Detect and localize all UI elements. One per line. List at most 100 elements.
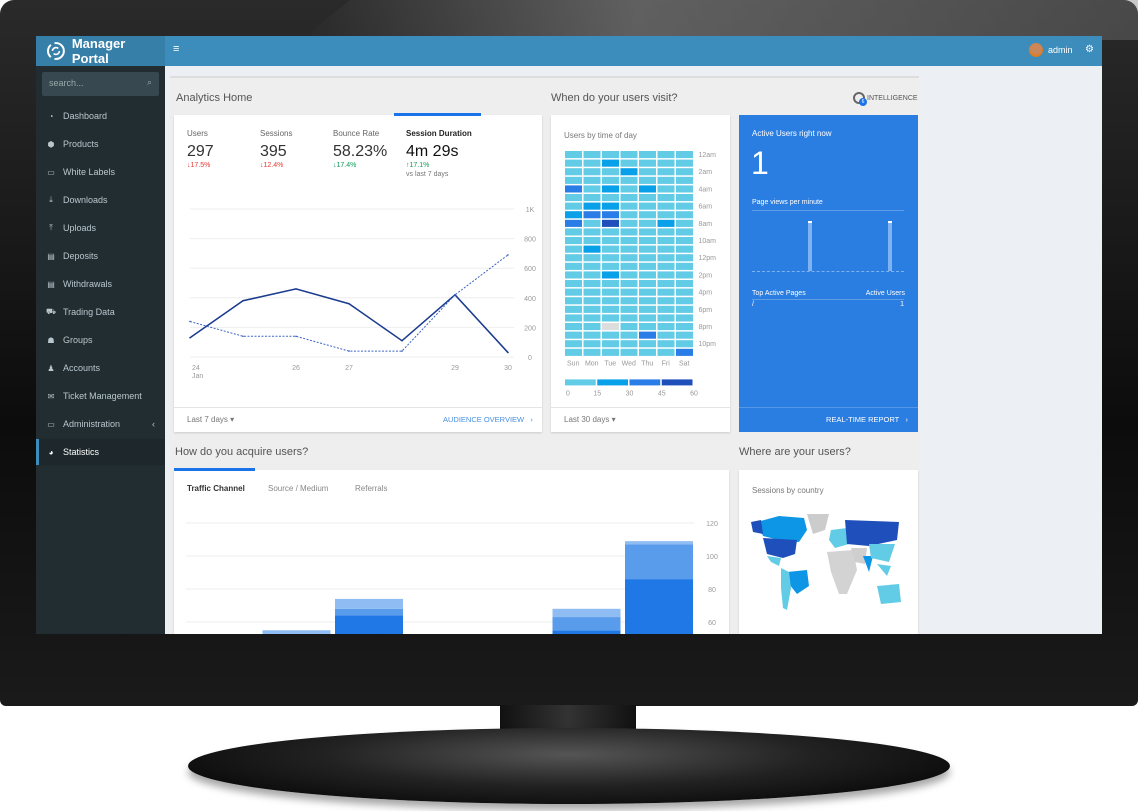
heatmap-cell (565, 151, 582, 159)
realtime-report-link[interactable]: REAL-TIME REPORT › (826, 415, 908, 424)
heatmap-cell (620, 323, 638, 331)
folder-icon: ▭ (47, 167, 55, 177)
heatmap-cell (565, 331, 582, 339)
cogs-icon[interactable]: ⚙ (1085, 44, 1094, 55)
heatmap-cell (602, 228, 619, 236)
sidebar-item-downloads[interactable]: ⤓ Downloads (36, 187, 165, 213)
data-point (401, 339, 403, 342)
legend-label: 30 (626, 390, 634, 397)
heatmap-cell (639, 194, 656, 202)
avatar[interactable] (1029, 43, 1043, 57)
heatmap-cell (639, 340, 656, 348)
section-title: Where are your users? (739, 446, 851, 458)
heatmap-cell (676, 185, 693, 193)
sidebar-item-trading-data[interactable]: ⛟ Trading Data (36, 299, 165, 325)
metric-bounce-rate[interactable]: Bounce Rate 58.23% ↓17.4% (333, 129, 387, 169)
y-tick-label: 100 (706, 554, 718, 561)
sidebar-item-label: White Labels (63, 167, 116, 177)
heatmap-cell (620, 219, 638, 227)
heatmap-cell (602, 151, 619, 159)
row-label: 4am (699, 186, 713, 193)
search-icon[interactable]: ⌕ (147, 77, 152, 88)
pageview-bar (808, 221, 812, 271)
row-label: 10pm (699, 341, 717, 348)
heatmap-cell (657, 168, 675, 176)
heatmap-cell (583, 314, 601, 322)
heatmap-cell (620, 151, 638, 159)
intelligence-button[interactable]: 6 INTELLIGENCE (853, 92, 918, 106)
column-label: Sat (679, 360, 690, 367)
legend-label: 0 (566, 390, 570, 397)
user-name[interactable]: admin (1048, 45, 1073, 55)
sidebar-item-ticket-management[interactable]: ✉ Ticket Management (36, 383, 165, 409)
metric-users[interactable]: Users 297 ↓17.5% (187, 129, 214, 169)
active-user-count: 1 (751, 145, 769, 181)
search-input[interactable]: search... ⌕ (42, 72, 159, 96)
heatmap-cell (565, 323, 582, 331)
data-point (242, 335, 244, 338)
selected-metric-indicator (394, 113, 481, 116)
x-tick-label: Jan (192, 373, 203, 380)
top-navbar: ≡ admin ⚙ (165, 36, 1102, 66)
data-point (507, 254, 509, 256)
hamburger-icon[interactable]: ≡ (173, 43, 179, 55)
sidebar-item-groups[interactable]: ☗ Groups (36, 327, 165, 353)
sidebar-item-deposits[interactable]: ▤ Deposits (36, 243, 165, 269)
y-tick-label: 400 (524, 296, 536, 303)
heatmap-cell (676, 288, 693, 296)
sidebar-item-uploads[interactable]: ⤒ Uploads (36, 215, 165, 241)
heatmap-cell (583, 151, 601, 159)
heatmap-cell (657, 262, 675, 270)
active-page-link[interactable]: / (752, 301, 754, 308)
realtime-card: Active Users right now 1 Page views per … (739, 115, 918, 432)
sidebar-item-label: Withdrawals (63, 279, 113, 289)
heatmap-cell (639, 202, 656, 210)
heatmap-cell (583, 211, 601, 219)
date-range-dropdown[interactable]: Last 7 days ▾ (187, 415, 234, 424)
heatmap-cell (676, 340, 693, 348)
tab-traffic-channel[interactable]: Traffic Channel (187, 484, 245, 493)
x-tick-label: 26 (292, 365, 300, 372)
heatmap-cell (565, 314, 582, 322)
heatmap-cell (620, 331, 638, 339)
x-tick-label: 29 (451, 365, 459, 372)
metric-value: 297 (187, 143, 214, 160)
heatmap-cell (639, 262, 656, 270)
sidebar-item-administration[interactable]: ▭ Administration ‹ (36, 411, 165, 437)
heatmap-cell (602, 254, 619, 262)
heatmap-cell (565, 288, 582, 296)
heatmap-chart: 12am 2am 4am 6am 8am 10am 12pm 2pm 4pm 6pm 8pm 10pm… (565, 151, 717, 397)
audience-overview-link[interactable]: AUDIENCE OVERVIEW › (443, 415, 533, 424)
heatmap-cell (620, 185, 638, 193)
sidebar-item-withdrawals[interactable]: ▤ Withdrawals (36, 271, 165, 297)
metric-change: ↓12.4% (260, 162, 284, 169)
heatmap-cell (583, 245, 601, 253)
date-range-dropdown[interactable]: Last 30 days ▾ (564, 415, 616, 424)
logo[interactable]: Manager Portal (36, 36, 165, 66)
metric-session-duration[interactable]: Session Duration 4m 29s ↑17.1% vs last 7 … (406, 129, 472, 178)
heatmap-cell (639, 331, 656, 339)
heatmap-cell (657, 151, 675, 159)
row-label: 12am (699, 152, 717, 159)
sidebar-item-white-labels[interactable]: ▭ White Labels (36, 159, 165, 185)
column-label: Sun (567, 360, 580, 367)
sidebar-item-dashboard[interactable]: ◔ Dashboard (36, 103, 165, 129)
heatmap-cell (639, 245, 656, 253)
sidebar-item-statistics[interactable]: ◕ Statistics (36, 439, 165, 465)
tab-referrals[interactable]: Referrals (355, 484, 387, 493)
heatmap-cell (565, 159, 582, 167)
heatmap-cell (676, 159, 693, 167)
heatmap-cell (583, 331, 601, 339)
tab-source-medium[interactable]: Source / Medium (268, 484, 328, 493)
monitor-stand-base (188, 728, 950, 804)
heatmap-cell (639, 271, 656, 279)
realtime-title: Active Users right now (752, 129, 832, 138)
metric-sessions[interactable]: Sessions 395 ↓12.4% (260, 129, 292, 169)
heatmap-cell (639, 297, 656, 305)
heatmap-cell (657, 219, 675, 227)
sidebar-item-products[interactable]: ⬢ Products (36, 131, 165, 157)
sidebar-item-accounts[interactable]: ♟ Accounts (36, 355, 165, 381)
bar-segment (262, 630, 331, 634)
heatmap-cell (657, 211, 675, 219)
bar-segment (625, 579, 693, 634)
